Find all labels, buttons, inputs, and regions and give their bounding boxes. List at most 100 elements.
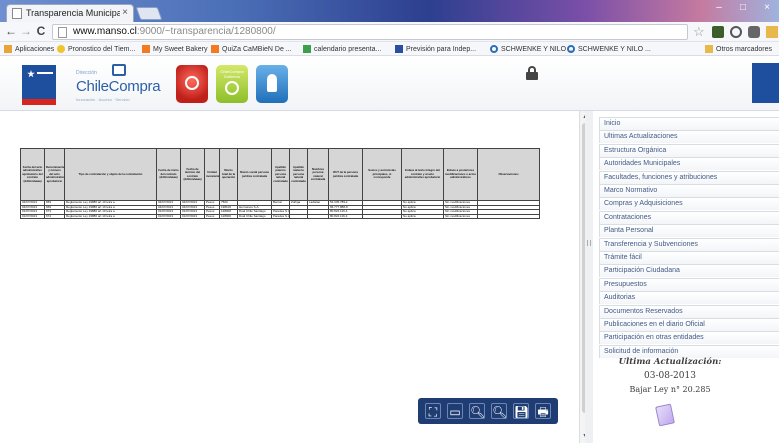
- page-info-icon[interactable]: [58, 27, 67, 38]
- sidebar-item-transferencia-y-subvenciones[interactable]: Transferencia y Subvenciones: [599, 237, 779, 251]
- bookmark-item[interactable]: SCHWENKE Y NILO ...: [490, 43, 574, 55]
- bookmark-label: QuiZa CaMBieN De ...: [222, 45, 292, 53]
- fit-width-icon[interactable]: ▭: [447, 403, 463, 419]
- bookmark-item[interactable]: calendario presenta...: [303, 43, 381, 55]
- download-law-link[interactable]: Bajar Ley n° 20.285: [595, 385, 745, 394]
- sidebar-item-inicio[interactable]: Inicio: [599, 117, 779, 130]
- sidebar-item-estructura-organica[interactable]: Estructura Orgánica: [599, 143, 779, 157]
- info-app-button[interactable]: [256, 65, 288, 103]
- table-cell: [362, 213, 402, 220]
- forward-button[interactable]: →: [19, 24, 33, 39]
- government-logo[interactable]: [22, 65, 56, 105]
- reload-button[interactable]: C: [34, 24, 48, 39]
- table-cell: 01/07/2013: [156, 213, 181, 220]
- bookmark-apps[interactable]: Aplicaciones: [4, 43, 54, 55]
- document-icon[interactable]: [655, 403, 675, 427]
- bookmark-label: SCHWENKE Y NILO ...: [578, 45, 651, 53]
- table-column-header: Enlace a posteriores modificaciones o ac…: [443, 148, 478, 201]
- table-column-header: Apellido paterno persona natural contrat…: [271, 148, 290, 201]
- lock-body: [526, 72, 538, 80]
- extension-icon[interactable]: [730, 26, 742, 38]
- minimize-button[interactable]: –: [707, 0, 731, 18]
- table-cell: Paredes S.A.: [271, 213, 290, 220]
- fit-page-icon[interactable]: ⛶: [425, 403, 441, 419]
- tab-close-icon[interactable]: ×: [122, 7, 128, 18]
- table-column-header: Observaciones: [477, 148, 540, 201]
- sidebar-item-ultimas-actualizaciones[interactable]: Ultimas Actualizaciones: [599, 130, 779, 144]
- logo-stripe: [22, 99, 56, 105]
- sidebar-item-planta-personal[interactable]: Planta Personal: [599, 224, 779, 238]
- table-column-header: Nombres persona natural contratada: [307, 148, 329, 201]
- table-column-header: RUT de la persona jurídica contratada: [328, 148, 363, 201]
- browser-toolbar: ← → C www.manso.cl:9000/~transparencia/1…: [0, 22, 779, 42]
- pdf-viewer[interactable]: Fecha del acto administrativo aprobatori…: [0, 111, 593, 443]
- apps-icon: [4, 45, 12, 53]
- sidebar-item-marco-normativo[interactable]: Marco Normativo: [599, 184, 779, 197]
- save-icon[interactable]: 💾︎: [513, 403, 529, 419]
- table-row: 01/07/2013 674 Reglamento Ley 19886 art 10…: [20, 213, 540, 220]
- table-cell: Reglamento Ley 19886 art 10 letra a: [64, 213, 157, 220]
- sidebar-item-contrataciones[interactable]: Contrataciones: [599, 210, 779, 224]
- bookmark-star-icon[interactable]: ☆: [693, 24, 705, 40]
- site-icon: [567, 45, 575, 53]
- sidebar-item-autoridades-municipales[interactable]: Autoridades Municipales: [599, 157, 779, 171]
- table-column-header: Fecha del acto administrativo aprobatori…: [20, 148, 45, 201]
- sidebar-item-auditorias[interactable]: Auditorias: [599, 291, 779, 305]
- extension-icon[interactable]: [748, 26, 760, 38]
- sidebar-item-tramite-facil[interactable]: Trámite fácil: [599, 251, 779, 264]
- table-cell: 128000: [219, 213, 238, 220]
- splitter-grip-icon[interactable]: [587, 240, 591, 246]
- url-path: :9000/~transparencia/1280800/: [136, 26, 276, 37]
- green-app-button[interactable]: ChileCompra Gobierno: [216, 65, 248, 103]
- bookmark-item[interactable]: SCHWENKE Y NILO ...: [567, 43, 651, 55]
- print-icon[interactable]: 🖶: [535, 403, 551, 419]
- table-cell: 01/07/2013: [180, 213, 205, 220]
- table-column-header: Apellido materno persona natural contrat…: [289, 148, 308, 201]
- sidebar-item-facultades-funciones-y-atribuciones[interactable]: Facultades, funciones y atribuciones: [599, 170, 779, 184]
- site-icon: [395, 45, 403, 53]
- back-button[interactable]: ←: [4, 24, 18, 39]
- address-bar[interactable]: www.manso.cl:9000/~transparencia/1280800…: [52, 24, 688, 40]
- contracts-table: Fecha del acto administrativo aprobatori…: [20, 148, 540, 220]
- chilecompra-name: ChileCompra: [76, 78, 161, 95]
- table-cell: Sin modificaciones: [443, 213, 478, 220]
- sidebar-item-publicaciones-en-el-diario-oficial[interactable]: Publicaciones en el diario Oficial: [599, 318, 779, 331]
- new-tab-button[interactable]: [135, 7, 163, 20]
- menu-icon[interactable]: [766, 26, 778, 38]
- table-cell: [289, 213, 308, 220]
- last-update-date: 03-08-2013: [644, 371, 696, 381]
- table-cell: [307, 213, 329, 220]
- sidebar-item-participacion-en-otras-entidades[interactable]: Participación en otras entidades: [599, 331, 779, 345]
- url-text: www.manso.cl:9000/~transparencia/1280800…: [73, 26, 276, 37]
- bookmark-item[interactable]: Pronostico del Tiem...: [57, 43, 135, 55]
- bookmark-item[interactable]: Previsión para Indep...: [395, 43, 476, 55]
- table-cell: 80.824.116-4: [328, 213, 363, 220]
- zoom-in-icon[interactable]: 🔍︎: [491, 403, 507, 419]
- table-header-row: Fecha del acto administrativo aprobatori…: [20, 148, 540, 201]
- tab-transparencia[interactable]: Transparencia Municipal ×: [6, 4, 134, 22]
- extension-icon[interactable]: [712, 26, 724, 38]
- maximize-button[interactable]: □: [731, 0, 755, 18]
- table-column-header: Denominación y número del acto administr…: [44, 148, 65, 201]
- lock-icon[interactable]: [526, 66, 538, 80]
- close-window-button[interactable]: ×: [755, 0, 779, 18]
- table-column-header: Tipo de contratación y objeto de la cont…: [64, 148, 157, 201]
- sidebar-item-presupuestos[interactable]: Presupuestos: [599, 277, 779, 291]
- frame-splitter[interactable]: [585, 111, 593, 443]
- bookmark-item[interactable]: QuiZa CaMBieN De ...: [211, 43, 292, 55]
- sidebar-item-compras-y-adquisiciones[interactable]: Compras y Adquisiciones: [599, 197, 779, 211]
- sidebar-item-participacion-ciudadana[interactable]: Participación Ciudadana: [599, 264, 779, 278]
- bookmark-item[interactable]: My Sweet Bakery: [142, 43, 207, 55]
- other-bookmarks[interactable]: Otros marcadores: [705, 43, 772, 55]
- folder-icon: [705, 45, 713, 53]
- red-app-button[interactable]: [176, 65, 208, 103]
- logo-stripe: [37, 72, 53, 74]
- chilecompra-logo[interactable]: Dirección ChileCompra Innovación · Acces…: [76, 64, 166, 105]
- pdf-toolbar: ⛶ ▭ 🔍︎ 🔍︎ 💾︎ 🖶: [418, 398, 558, 424]
- government-logo-right[interactable]: [752, 63, 779, 103]
- table-cell: 674: [44, 213, 65, 220]
- zoom-out-icon[interactable]: 🔍︎: [469, 403, 485, 419]
- tab-strip: Transparencia Municipal × – □ ×: [0, 0, 779, 22]
- sidebar-item-documentos-reservados[interactable]: Documentos Reservados: [599, 304, 779, 318]
- sidebar-item-solicitud-de-informacion[interactable]: Solicitud de información: [599, 344, 779, 358]
